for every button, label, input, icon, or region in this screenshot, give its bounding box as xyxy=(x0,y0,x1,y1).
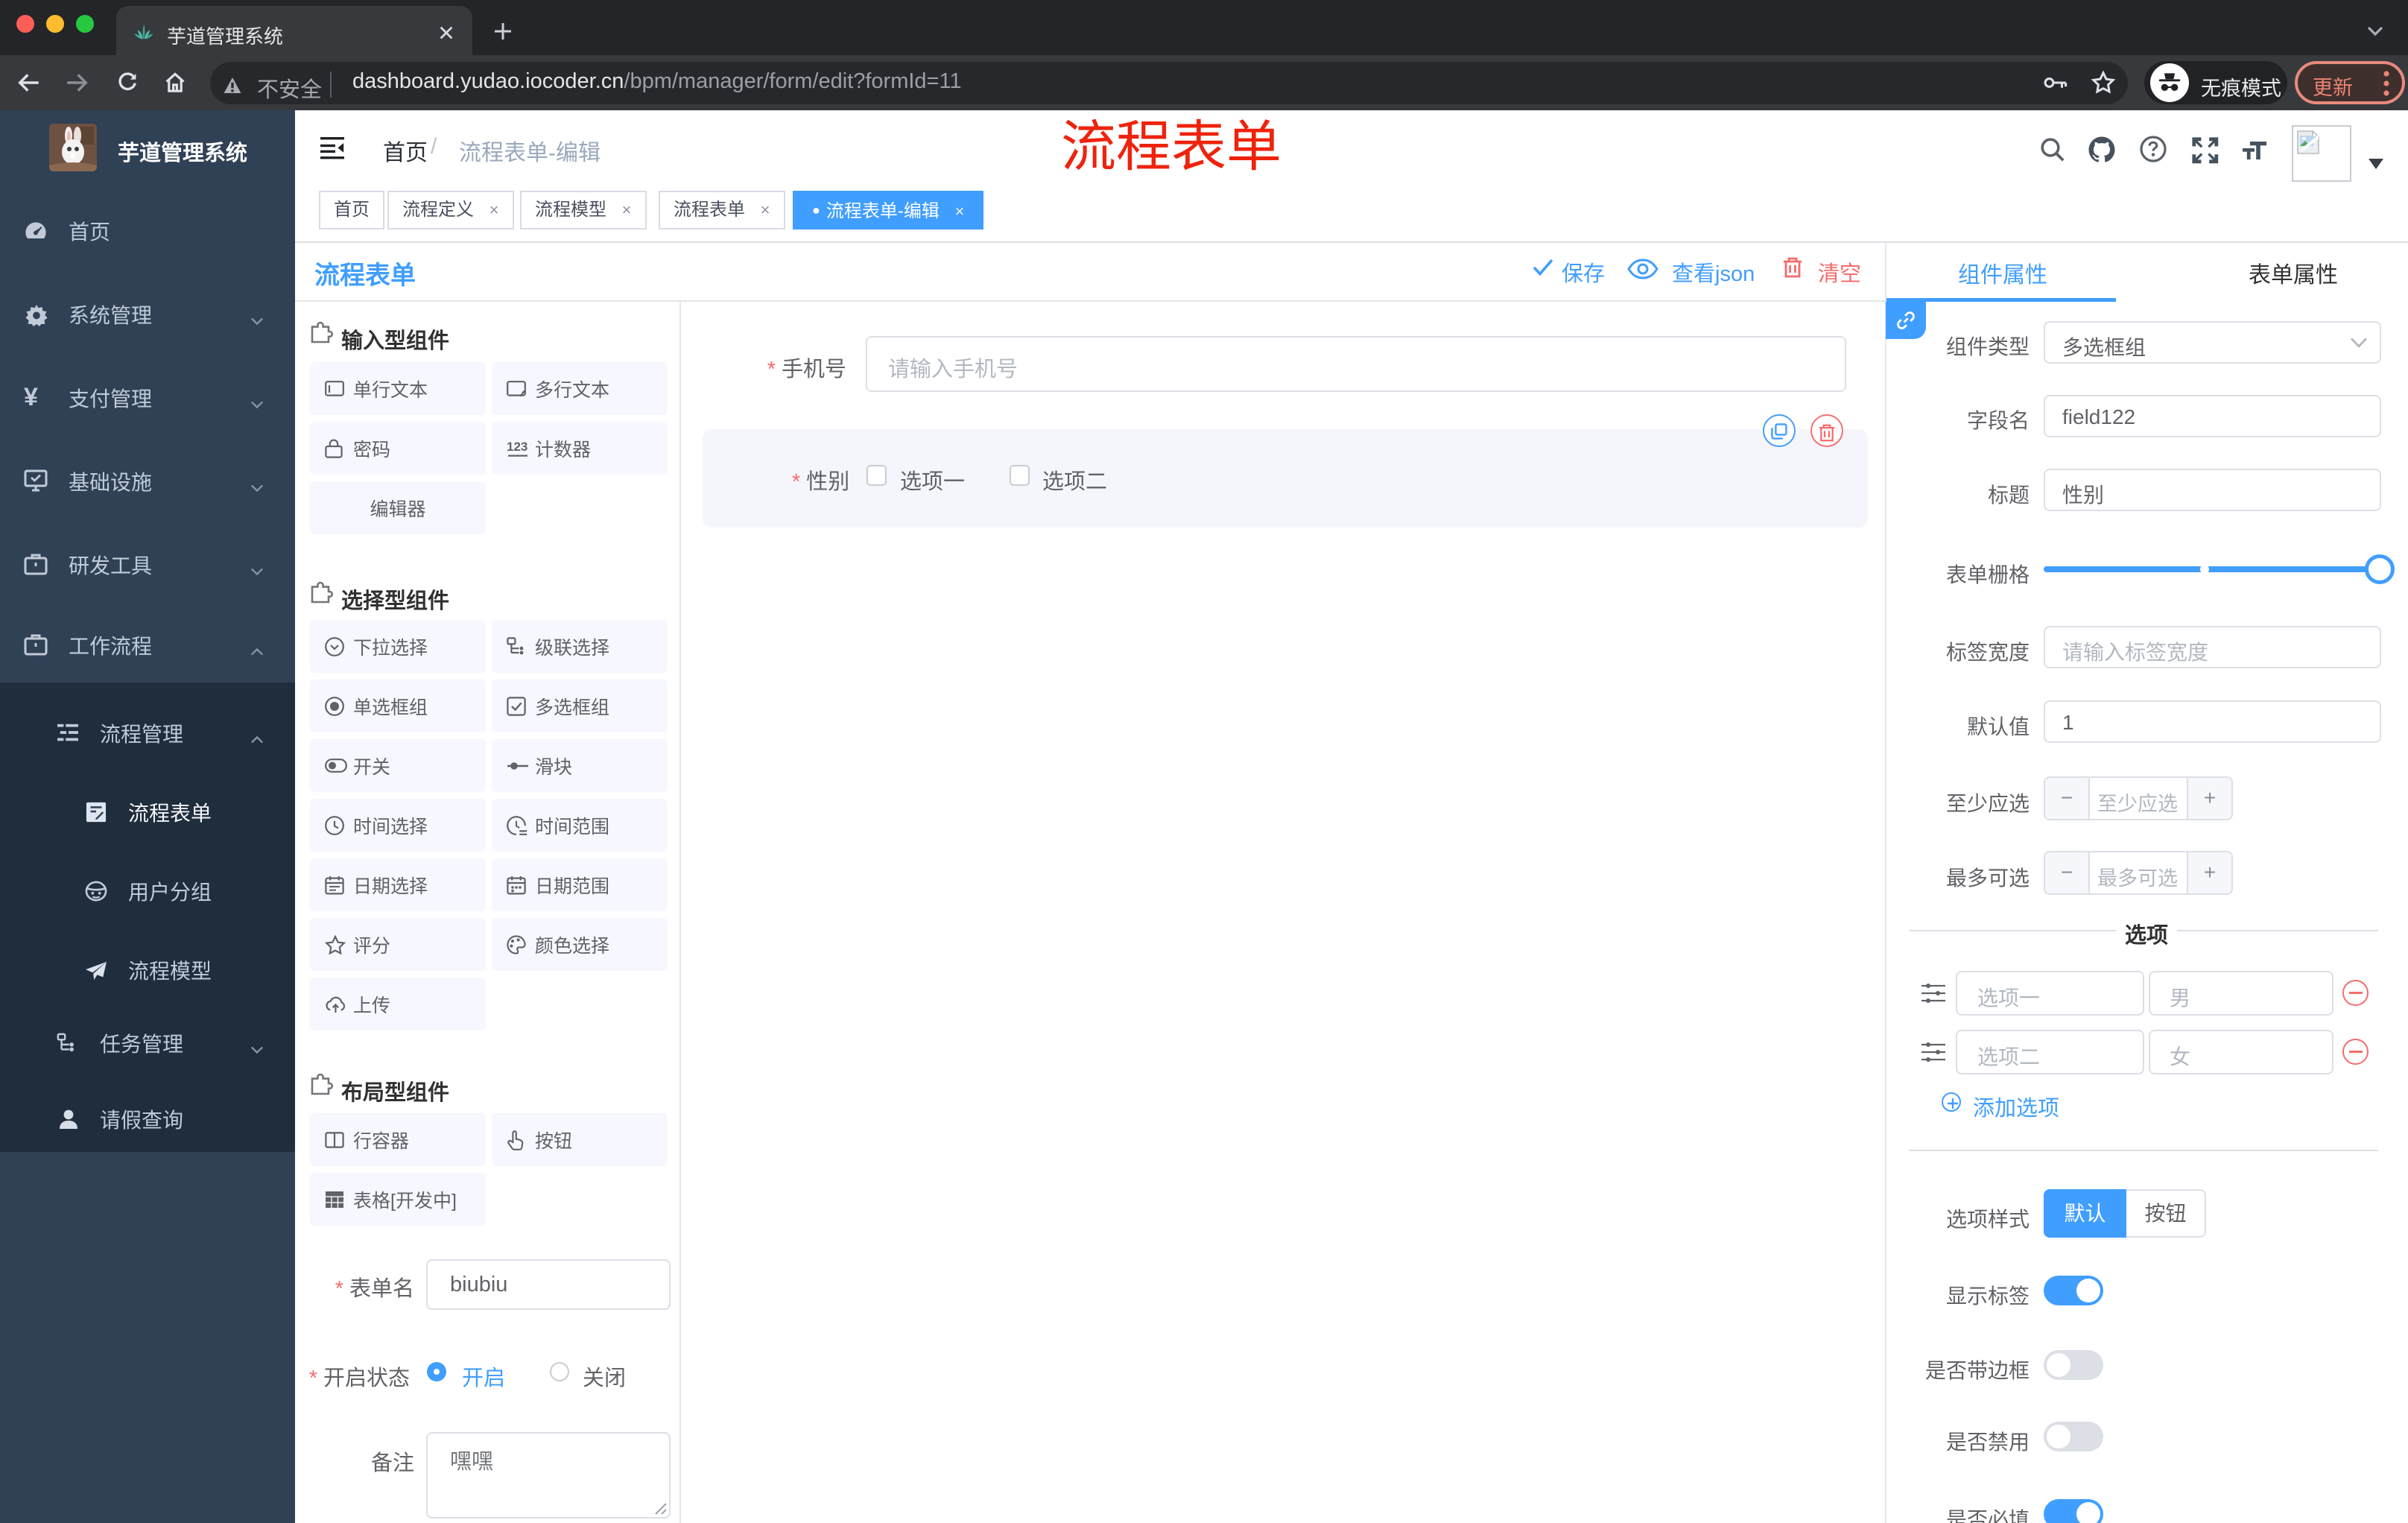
svg-text:123: 123 xyxy=(507,440,527,454)
